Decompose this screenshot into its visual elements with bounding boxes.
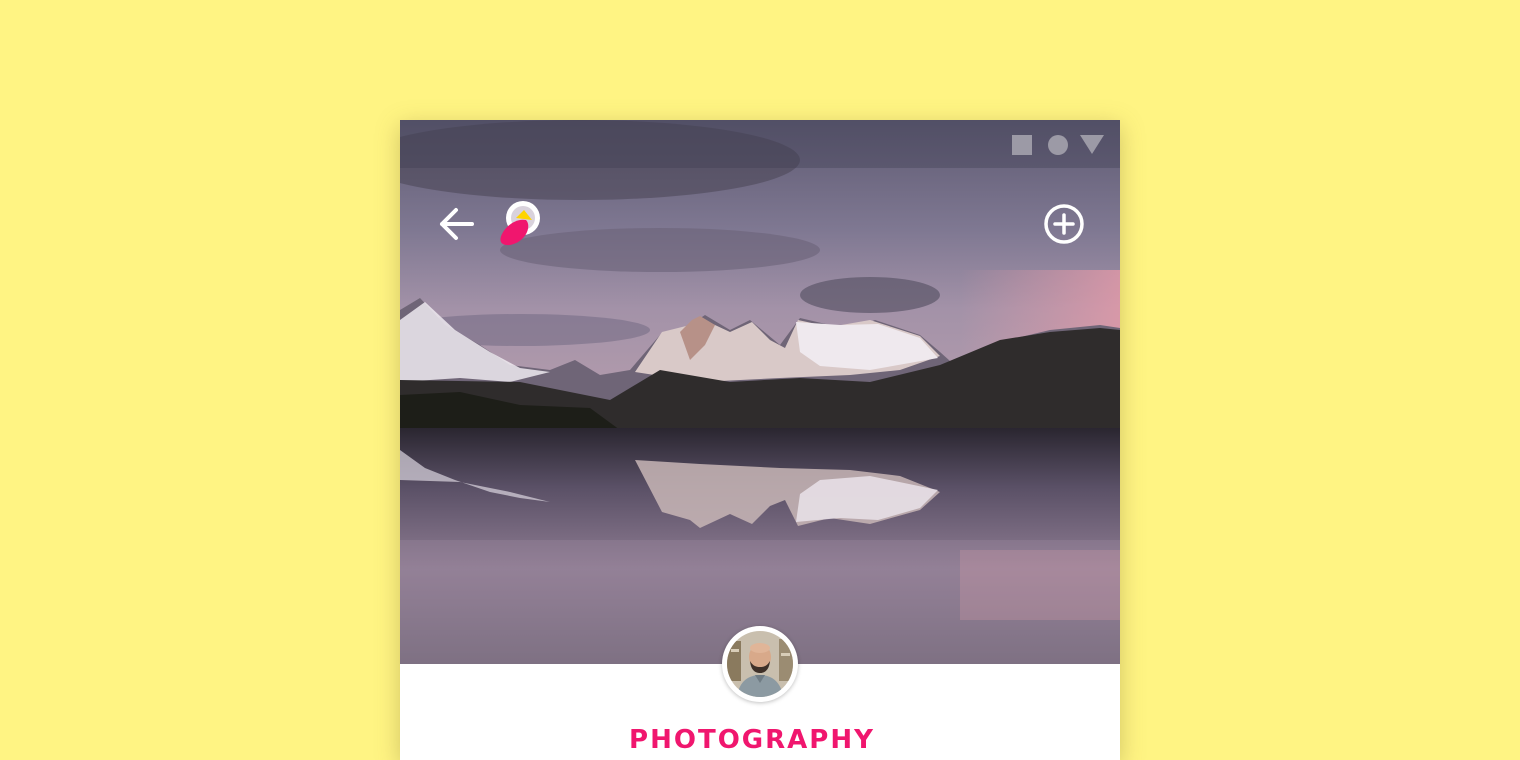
arrow-left-icon xyxy=(440,208,474,240)
status-bar xyxy=(400,120,1120,168)
page-background: PHOTOGRAPHY xyxy=(0,0,1520,760)
logo-icon xyxy=(500,201,540,246)
back-button[interactable] xyxy=(434,202,478,246)
category-title: PHOTOGRAPHY xyxy=(629,725,875,755)
app-logo[interactable] xyxy=(496,198,546,250)
user-avatar-photo xyxy=(727,631,793,697)
circle-icon xyxy=(1048,135,1068,155)
square-icon xyxy=(1012,135,1032,155)
phone-screen: PHOTOGRAPHY xyxy=(400,120,1120,760)
triangle-icon xyxy=(1080,135,1104,154)
add-button[interactable] xyxy=(1042,202,1086,246)
hero-image xyxy=(400,120,1120,664)
plus-circle-icon xyxy=(1044,204,1084,244)
avatar[interactable] xyxy=(722,626,798,702)
